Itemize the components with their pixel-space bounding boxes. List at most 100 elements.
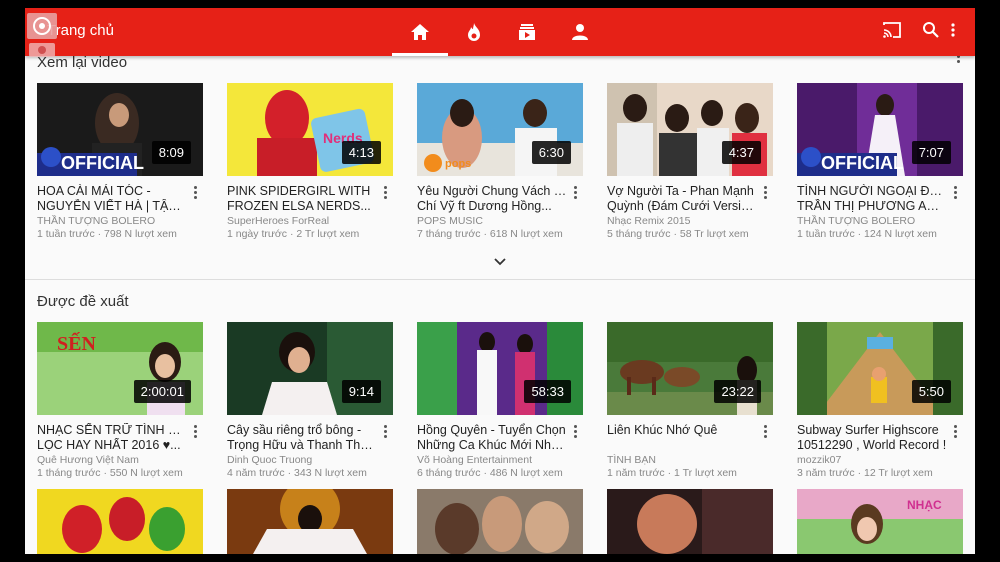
video-thumbnail[interactable]: 4:37 <box>607 83 773 176</box>
video-thumbnail-partial[interactable] <box>37 489 203 554</box>
video-thumbnail-partial[interactable] <box>417 489 583 554</box>
official-logo: OFFICIAL <box>821 153 904 173</box>
video-menu-button[interactable] <box>764 186 768 200</box>
search-icon[interactable] <box>922 21 940 39</box>
video-menu-button[interactable] <box>954 186 958 200</box>
video-menu-button[interactable] <box>194 425 198 439</box>
video-thumbnail[interactable]: SẾN 2:00:01 <box>37 322 203 415</box>
flame-icon <box>468 23 480 41</box>
more-vert-icon[interactable] <box>950 21 956 39</box>
video-thumbnail[interactable]: 58:33 <box>417 322 583 415</box>
video-card[interactable]: Nerds 4:13 PINK SPIDERGIRL WITH FROZEN EL… <box>227 83 393 248</box>
video-menu-button[interactable] <box>574 425 578 439</box>
video-card[interactable]: OFFICIAL 8:09 HOA CÀI MÁI TÓC - NGUYỄN VI… <box>37 83 203 248</box>
video-meta: 4 năm trước · 343 N lượt xem <box>227 467 367 479</box>
channel-name[interactable]: THẦN TƯỢNG BOLERO <box>37 215 155 227</box>
official-logo: OFFICIAL <box>61 153 144 173</box>
channel-name[interactable]: Dinh Quoc Truong <box>227 454 312 466</box>
video-title[interactable]: Subway Surfer Highscore 10512290 , World … <box>797 423 947 453</box>
subscriptions-icon <box>519 24 535 40</box>
duration-badge: 9:14 <box>341 380 381 403</box>
video-title[interactable]: Yêu Người Chung Vách - LưuChí Vỹ ft Dươn… <box>417 184 567 214</box>
cast-icon[interactable] <box>882 21 902 39</box>
video-menu-button[interactable] <box>764 425 768 439</box>
page-title: Trang chủ <box>47 22 114 39</box>
video-thumbnail[interactable]: OFFICIAL 8:09 <box>37 83 203 176</box>
home-icon <box>411 24 429 40</box>
video-card[interactable]: 23:22 Liên Khúc Nhớ Quê TÌNH BẠN 1 năm t… <box>607 322 773 487</box>
expand-more-icon[interactable] <box>492 257 508 267</box>
video-card[interactable]: 9:14 Cây sầu riêng trổ bông - Trọng Hữu v… <box>227 322 393 487</box>
video-thumbnail[interactable]: Nerds 4:13 <box>227 83 393 176</box>
video-thumbnail-partial[interactable] <box>607 489 773 554</box>
video-title[interactable]: TÌNH NGƯỜI NGOẠI ĐẠO - TRẦN THỊ PHƯƠNG AN… <box>797 184 947 214</box>
video-thumbnail-partial[interactable] <box>227 489 393 554</box>
video-menu-button[interactable] <box>384 425 388 439</box>
duration-badge: 4:37 <box>721 141 761 164</box>
video-thumbnail-partial[interactable]: NHẠC <box>797 489 963 554</box>
video-meta: 1 tháng trước · 550 N lượt xem <box>37 467 183 479</box>
channel-name[interactable]: SuperHeroes ForReal <box>227 215 329 227</box>
svg-text:NHẠC: NHẠC <box>907 498 942 512</box>
svg-text:pops: pops <box>445 158 471 170</box>
channel-name[interactable]: Quê Hương Việt Nam <box>37 454 139 466</box>
thumbnail-image <box>37 489 203 554</box>
channel-name[interactable]: Nhạc Remix 2015 <box>607 215 690 227</box>
channel-name[interactable]: POPS MUSIC <box>417 215 483 227</box>
video-thumbnail[interactable]: 9:14 <box>227 322 393 415</box>
video-title[interactable]: Vợ Người Ta - Phan Mạnh Quỳnh (Đám Cưới V… <box>607 184 757 214</box>
svg-text:SẾN: SẾN <box>57 331 96 355</box>
duration-badge: 7:07 <box>911 141 951 164</box>
video-card[interactable]: 5:50 Subway Surfer Highscore 10512290 , W… <box>797 322 963 487</box>
video-thumbnail[interactable]: OFFICIAL 7:07 <box>797 83 963 176</box>
tab-trending[interactable] <box>446 8 502 56</box>
video-thumbnail[interactable]: pops 6:30 <box>417 83 583 176</box>
section-divider <box>25 279 975 280</box>
person-icon <box>572 24 588 40</box>
app-window: Trang chủ Xem lại video OFFICIAL 8:09 HO… <box>25 8 975 554</box>
video-meta: 3 năm trước · 12 Tr lượt xem <box>797 467 933 479</box>
video-title[interactable]: NHẠC SẾN TRỮ TÌNH CHỌNLỌC HAY NHẤT 2016 … <box>37 423 187 453</box>
duration-badge: 2:00:01 <box>133 380 191 403</box>
video-meta: 1 ngày trước · 2 Tr lượt xem <box>227 228 360 240</box>
duration-badge: 6:30 <box>531 141 571 164</box>
duration-badge: 58:33 <box>524 380 571 403</box>
section-menu-button[interactable] <box>957 55 961 69</box>
video-title[interactable]: HOA CÀI MÁI TÓC - NGUYỄN VIẾT HÀ | TẬP 4.… <box>37 184 187 214</box>
duration-badge: 8:09 <box>151 141 191 164</box>
video-card[interactable]: 58:33 Hồng Quyên - Tuyển Chọn Những Ca Kh… <box>417 322 583 487</box>
channel-name[interactable]: mozzik07 <box>797 454 841 466</box>
video-thumbnail[interactable]: 23:22 <box>607 322 773 415</box>
duration-badge: 23:22 <box>714 380 761 403</box>
video-card[interactable]: SẾN 2:00:01 NHẠC SẾN TRỮ TÌNH CHỌNLỌC HA… <box>37 322 203 487</box>
video-meta: 1 tuần trước · 124 N lượt xem <box>797 228 937 240</box>
tab-subscriptions[interactable] <box>499 8 555 56</box>
video-title[interactable]: Cây sầu riêng trổ bông - Trọng Hữu và Tha… <box>227 423 377 453</box>
video-title[interactable]: PINK SPIDERGIRL WITH FROZEN ELSA NERDS... <box>227 184 377 214</box>
video-meta: 5 tháng trước · 58 Tr lượt xem <box>607 228 749 240</box>
video-card[interactable]: OFFICIAL 7:07 TÌNH NGƯỜI NGOẠI ĐẠO - TRẦN… <box>797 83 963 248</box>
video-menu-button[interactable] <box>574 186 578 200</box>
video-card[interactable]: 4:37 Vợ Người Ta - Phan Mạnh Quỳnh (Đám C… <box>607 83 773 248</box>
tab-home[interactable] <box>392 8 448 56</box>
thumbnail-image <box>607 489 773 554</box>
channel-name[interactable]: Võ Hoàng Entertainment <box>417 454 532 466</box>
top-app-bar: Trang chủ <box>25 8 975 56</box>
video-menu-button[interactable] <box>194 186 198 200</box>
section-title-recommended: Được đề xuất <box>37 293 129 310</box>
thumbnail-image <box>417 489 583 554</box>
floating-app-icon[interactable] <box>27 13 57 61</box>
channel-name[interactable]: TÌNH BẠN <box>607 454 656 466</box>
video-title[interactable]: Liên Khúc Nhớ Quê <box>607 423 757 438</box>
video-thumbnail[interactable]: 5:50 <box>797 322 963 415</box>
tab-account[interactable] <box>552 8 608 56</box>
thumbnail-image: NHẠC <box>797 489 963 554</box>
channel-name[interactable]: THẦN TƯỢNG BOLERO <box>797 215 915 227</box>
video-card[interactable]: pops 6:30 Yêu Người Chung Vách - LưuChí … <box>417 83 583 248</box>
video-title[interactable]: Hồng Quyên - Tuyển Chọn Những Ca Khúc Mới… <box>417 423 567 453</box>
video-meta: 1 tuần trước · 798 N lượt xem <box>37 228 177 240</box>
video-menu-button[interactable] <box>954 425 958 439</box>
active-tab-indicator <box>392 53 448 56</box>
thumbnail-image <box>227 489 393 554</box>
video-menu-button[interactable] <box>384 186 388 200</box>
